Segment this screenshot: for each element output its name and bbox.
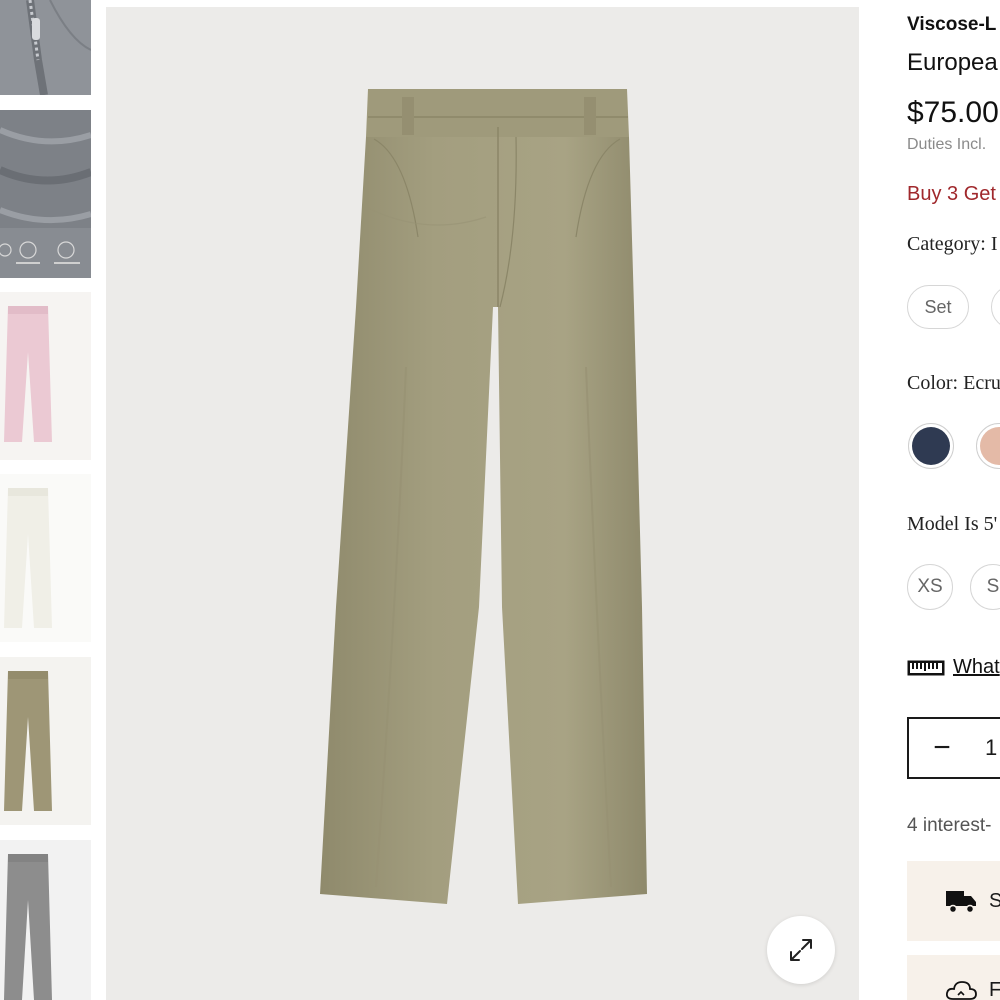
- cloud-icon: [945, 981, 977, 1000]
- returns-label: F: [989, 979, 1000, 1000]
- thumb-fabric-features[interactable]: [0, 110, 91, 278]
- thumb-white-pants[interactable]: [0, 474, 91, 642]
- promo-text: Buy 3 Get: [907, 183, 996, 205]
- product-info-panel: Viscose-L Europea $75.00 Duties Incl. Bu…: [907, 0, 1000, 1000]
- ruler-icon: [907, 660, 945, 675]
- wide-leg-pants-illustration: [320, 89, 647, 904]
- color-swatch-blush[interactable]: [976, 423, 1000, 469]
- product-price: $75.00: [907, 96, 999, 129]
- swatch-navy-dot: [912, 427, 950, 465]
- swatch-blush-dot: [980, 427, 1000, 465]
- shipping-info[interactable]: S: [907, 861, 1000, 941]
- zoom-button[interactable]: [767, 916, 835, 984]
- thumb-gray-pants[interactable]: [0, 840, 91, 1000]
- size-guide-label: What: [953, 656, 1000, 678]
- size-option-xs[interactable]: XS: [907, 564, 953, 610]
- expand-icon: [790, 939, 812, 961]
- quantity-stepper[interactable]: − 1: [907, 717, 1000, 779]
- quantity-value[interactable]: 1: [975, 735, 997, 761]
- model-info-label: Model Is 5': [907, 513, 998, 535]
- returns-info[interactable]: F: [907, 955, 1000, 1000]
- thumbnail-strip: [0, 0, 92, 1000]
- color-label: Color: Ecru: [907, 372, 1000, 394]
- duties-note: Duties Incl.: [907, 136, 987, 153]
- category-label: Category: I: [907, 233, 998, 255]
- shipping-label: S: [989, 889, 1000, 912]
- color-swatch-navy[interactable]: [908, 423, 954, 469]
- installments-text: 4 interest-: [907, 815, 992, 836]
- size-option-s[interactable]: S: [970, 564, 1000, 610]
- product-subtitle: Europea: [907, 49, 998, 76]
- product-title: Viscose-L: [907, 14, 997, 35]
- main-product-image[interactable]: [106, 7, 859, 1000]
- category-option-set[interactable]: Set: [907, 285, 969, 329]
- thumb-olive-pants[interactable]: [0, 657, 91, 825]
- category-option-next[interactable]: [991, 285, 1000, 329]
- size-guide-link[interactable]: What: [907, 656, 1000, 679]
- thumb-pink-pants[interactable]: [0, 292, 91, 460]
- truck-icon: [946, 891, 976, 914]
- quantity-decrease-button[interactable]: −: [909, 719, 975, 777]
- thumb-zipper-closeup[interactable]: [0, 0, 91, 95]
